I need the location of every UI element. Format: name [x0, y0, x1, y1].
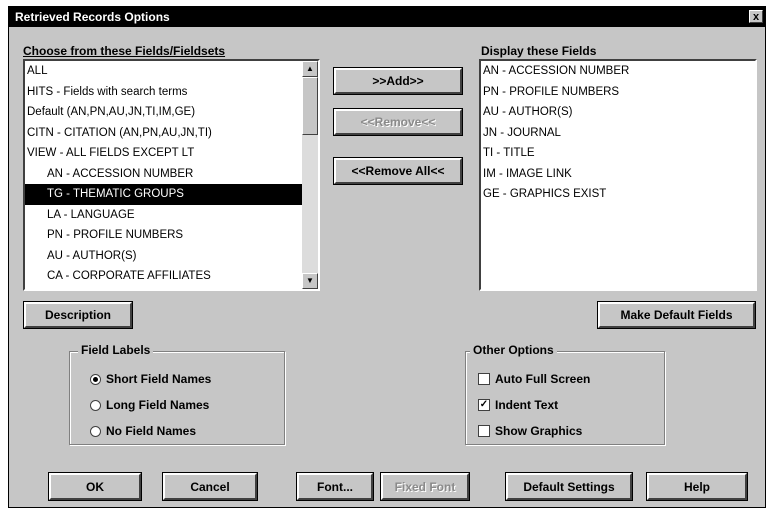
available-field-item[interactable]: AN - ACCESSION NUMBER: [25, 164, 318, 185]
field-labels-title: Field Labels: [78, 343, 154, 357]
display-field-item[interactable]: TI - TITLE: [481, 143, 755, 164]
remove-button[interactable]: <<Remove<<: [333, 108, 463, 136]
radio-icon: [90, 373, 101, 385]
display-field-item[interactable]: GE - GRAPHICS EXIST: [481, 184, 755, 205]
indent-text-label: Indent Text: [495, 398, 559, 412]
choose-fields-label-text: Choose from these Fields/Fieldsets: [23, 44, 226, 58]
available-field-item[interactable]: VIEW - ALL FIELDS EXCEPT LT: [25, 143, 318, 164]
auto-full-screen-checkbox[interactable]: Auto Full Screen: [478, 372, 590, 386]
available-field-item[interactable]: CITN - CITATION (AN,PN,AU,JN,TI): [25, 123, 318, 144]
ok-button[interactable]: OK: [48, 472, 142, 501]
no-field-names-label: No Field Names: [106, 424, 197, 438]
available-fields-list[interactable]: ALL HITS - Fields with search terms Defaul…: [23, 59, 320, 291]
auto-full-screen-label: Auto Full Screen: [495, 372, 591, 386]
default-settings-button[interactable]: Default Settings: [505, 472, 633, 501]
checkbox-icon: ✓: [478, 399, 490, 411]
available-field-item[interactable]: PN - PROFILE NUMBERS: [25, 225, 318, 246]
scroll-thumb[interactable]: [302, 77, 318, 135]
choose-fields-label: Choose from these Fields/Fieldsets: [23, 44, 225, 58]
remove-all-button[interactable]: <<Remove All<<: [333, 157, 463, 185]
available-field-item[interactable]: AU - AUTHOR(S): [25, 246, 318, 267]
description-button[interactable]: Description: [23, 301, 133, 329]
radio-icon: [90, 425, 101, 437]
display-fields-items: AN - ACCESSION NUMBER PN - PROFILE NUMBER…: [481, 61, 755, 205]
indent-text-checkbox[interactable]: ✓ Indent Text: [478, 398, 558, 412]
field-labels-group: Field Labels Short Field Names Long Fiel…: [69, 343, 285, 445]
display-field-item[interactable]: AU - AUTHOR(S): [481, 102, 755, 123]
display-fields-list[interactable]: AN - ACCESSION NUMBER PN - PROFILE NUMBER…: [479, 59, 757, 291]
radio-icon: [90, 399, 101, 411]
available-field-item[interactable]: ALL: [25, 61, 318, 82]
available-field-item[interactable]: Default (AN,PN,AU,JN,TI,IM,GE): [25, 102, 318, 123]
display-fields-label-text: Display these Fields: [481, 44, 597, 58]
add-button[interactable]: >>Add>>: [333, 67, 463, 95]
show-graphics-checkbox[interactable]: Show Graphics: [478, 424, 582, 438]
display-field-item[interactable]: AN - ACCESSION NUMBER: [481, 61, 755, 82]
close-button[interactable]: x: [749, 10, 763, 23]
available-fields-items: ALL HITS - Fields with search terms Defaul…: [25, 61, 318, 287]
up-arrow-icon[interactable]: ▲: [302, 61, 318, 77]
other-options-title: Other Options: [470, 343, 557, 357]
make-default-fields-button[interactable]: Make Default Fields: [597, 301, 756, 329]
short-field-names-label: Short Field Names: [106, 372, 212, 386]
checkbox-icon: [478, 373, 490, 385]
available-field-item[interactable]: CA - CORPORATE AFFILIATES: [25, 266, 318, 287]
fixed-font-button[interactable]: Fixed Font: [380, 472, 470, 501]
display-field-item[interactable]: PN - PROFILE NUMBERS: [481, 82, 755, 103]
short-field-names-radio[interactable]: Short Field Names: [90, 372, 211, 386]
display-fields-label: Display these Fields: [481, 44, 596, 58]
cancel-button[interactable]: Cancel: [162, 472, 258, 501]
display-field-item[interactable]: JN - JOURNAL: [481, 123, 755, 144]
long-field-names-radio[interactable]: Long Field Names: [90, 398, 209, 412]
available-field-item[interactable]: TG - THEMATIC GROUPS: [25, 184, 318, 205]
other-options-group: Other Options Auto Full Screen ✓ Indent …: [465, 343, 665, 445]
help-button[interactable]: Help: [646, 472, 748, 501]
available-field-item[interactable]: HITS - Fields with search terms: [25, 82, 318, 103]
title-bar: Retrieved Records Options x: [9, 7, 765, 27]
options-dialog: Retrieved Records Options x Choose from …: [8, 6, 766, 508]
long-field-names-label: Long Field Names: [106, 398, 210, 412]
checkbox-icon: [478, 425, 490, 437]
display-field-item[interactable]: IM - IMAGE LINK: [481, 164, 755, 185]
available-fields-scrollbar[interactable]: ▲ ▼: [302, 61, 318, 289]
font-button[interactable]: Font...: [296, 472, 374, 501]
show-graphics-label: Show Graphics: [495, 424, 583, 438]
no-field-names-radio[interactable]: No Field Names: [90, 424, 196, 438]
available-field-item[interactable]: LA - LANGUAGE: [25, 205, 318, 226]
down-arrow-icon[interactable]: ▼: [302, 273, 318, 289]
window-title: Retrieved Records Options: [15, 10, 170, 24]
